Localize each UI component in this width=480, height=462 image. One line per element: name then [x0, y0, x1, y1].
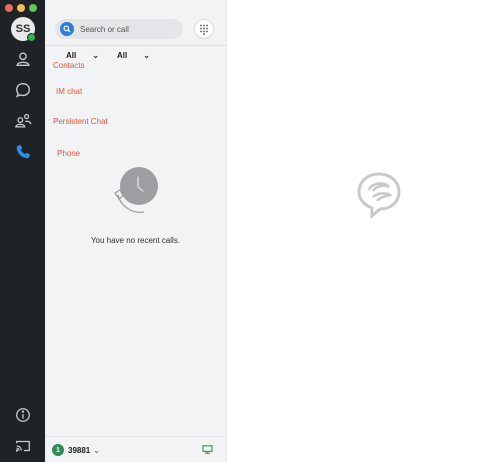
- chevron-down-icon: ⌄: [143, 51, 150, 60]
- close-window-button[interactable]: [5, 4, 13, 12]
- status-bar: 1 39881 ⌄: [45, 436, 226, 462]
- contacts-nav-button[interactable]: [13, 49, 33, 69]
- search-input[interactable]: [80, 24, 176, 34]
- minimize-window-button[interactable]: [17, 4, 25, 12]
- menu-item-im-chat[interactable]: IM chat: [56, 87, 82, 96]
- menu-item-phone[interactable]: Phone: [57, 149, 80, 158]
- filter-dropdown-1[interactable]: All ⌄: [66, 51, 99, 60]
- filter-label: All: [66, 51, 77, 60]
- contacts-icon: [16, 52, 30, 66]
- navigation-rail: SS: [0, 0, 45, 462]
- filter-label: All: [117, 51, 128, 60]
- info-icon: [16, 408, 30, 422]
- line-badge: 1: [52, 444, 64, 456]
- extension-selector[interactable]: 1 39881 ⌄: [52, 444, 100, 456]
- no-calls-illustration: [114, 167, 158, 213]
- monitor-icon[interactable]: [202, 445, 213, 454]
- dialpad-icon: [200, 24, 208, 35]
- group-icon: [15, 113, 32, 128]
- extension-number: 39881: [68, 445, 91, 455]
- chevron-down-icon: ⌄: [92, 51, 99, 60]
- header-divider: [45, 45, 226, 46]
- app-logo-icon: [357, 172, 401, 220]
- filter-dropdown-2[interactable]: All ⌄: [117, 51, 150, 60]
- empty-state-message: You have no recent calls.: [90, 236, 181, 245]
- chevron-down-icon: ⌄: [93, 445, 100, 455]
- zoom-window-button[interactable]: [29, 4, 37, 12]
- search-bar[interactable]: [55, 19, 183, 39]
- dialpad-button[interactable]: [194, 19, 214, 39]
- phone-nav-button[interactable]: [13, 142, 33, 162]
- menu-item-persistent-chat[interactable]: Persistent Chat: [53, 117, 108, 126]
- avatar[interactable]: SS: [11, 17, 36, 42]
- cast-nav-button[interactable]: [13, 436, 33, 456]
- window-controls: [5, 4, 37, 12]
- info-nav-button[interactable]: [13, 405, 33, 425]
- chat-nav-button[interactable]: [13, 80, 33, 100]
- groups-nav-button[interactable]: [13, 111, 33, 131]
- presence-indicator: [27, 33, 36, 42]
- chat-icon: [15, 83, 30, 98]
- phone-icon: [16, 145, 30, 159]
- search-icon: [60, 22, 74, 36]
- menu-item-contacts[interactable]: Contacts: [53, 61, 85, 70]
- cast-icon: [15, 440, 30, 452]
- calls-panel: All ⌄ All ⌄ Contacts IM chat Persistent …: [45, 0, 227, 462]
